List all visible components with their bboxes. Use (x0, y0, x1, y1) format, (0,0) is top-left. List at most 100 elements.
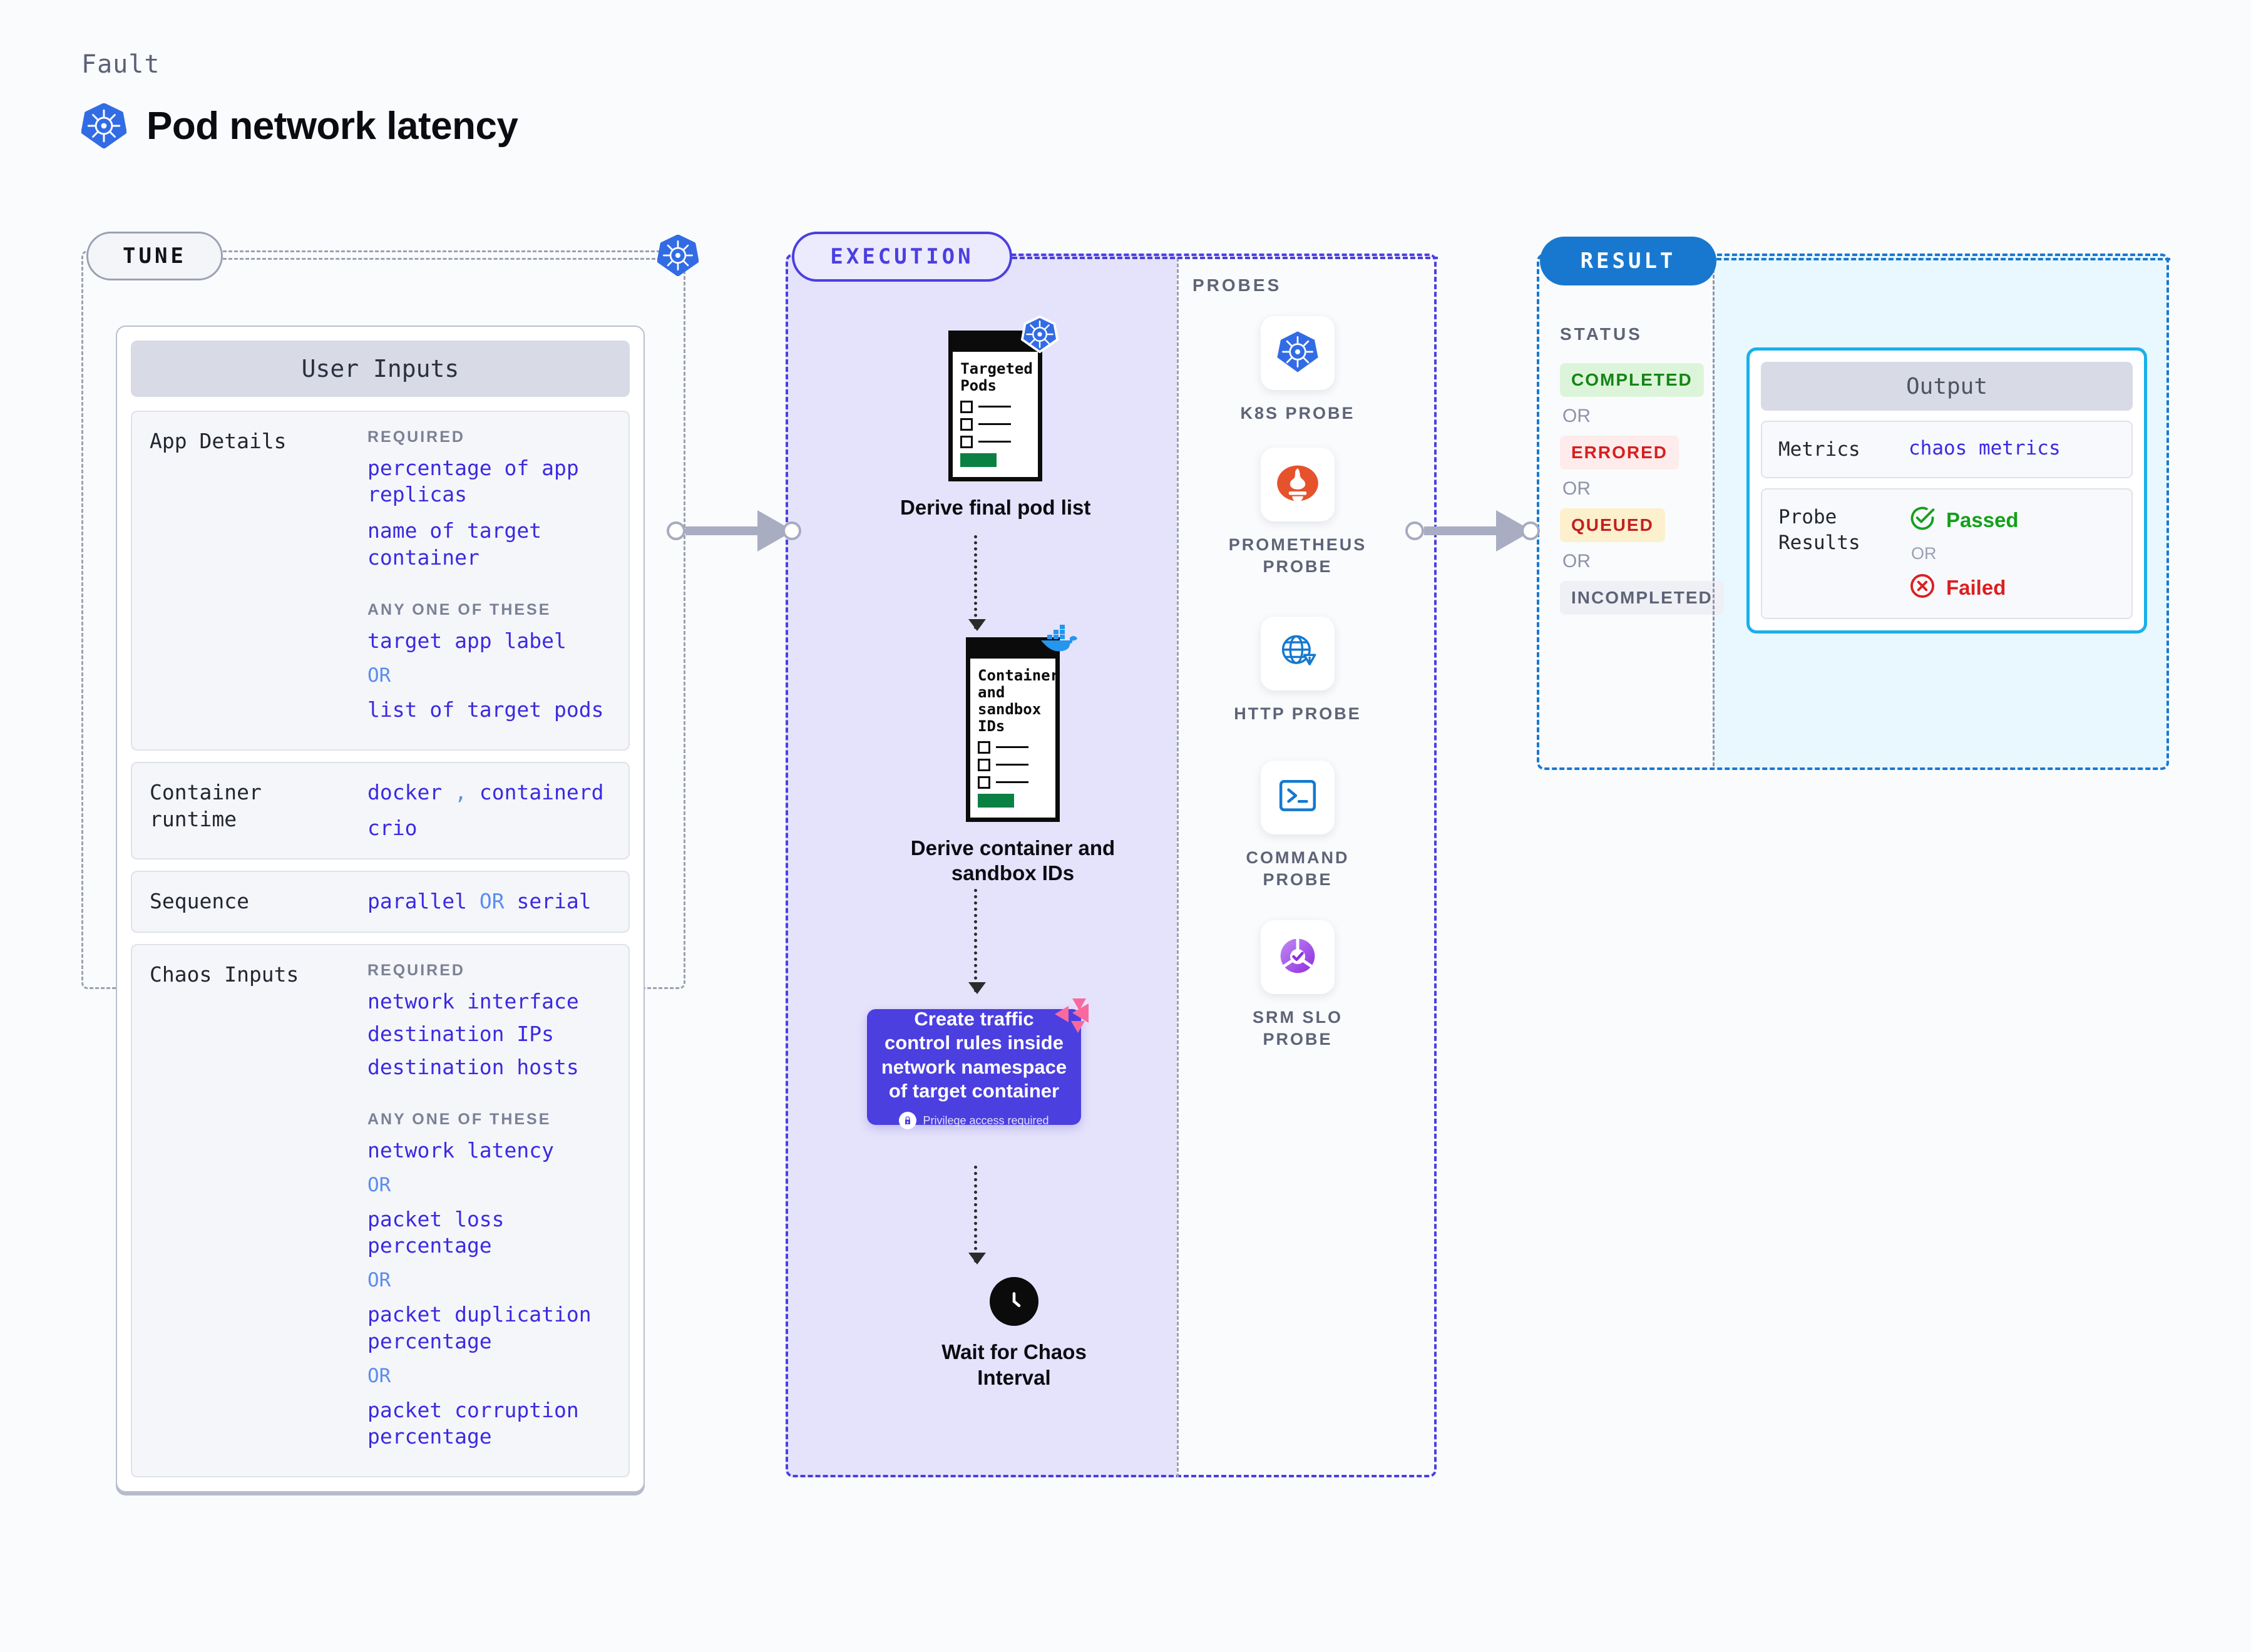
fault-title-row: Pod network latency (81, 103, 518, 148)
document-line (960, 435, 1030, 448)
section-values: docker , containerd crio (367, 779, 611, 842)
or-separator: OR (367, 664, 391, 687)
connector-end-dot (782, 521, 801, 540)
probe-tile (1261, 617, 1335, 690)
probes-divider (1177, 258, 1179, 1477)
output-key: Probe Results (1778, 506, 1860, 554)
execution-connector-dash (1012, 257, 1438, 259)
document-line (960, 400, 1030, 413)
clock-icon (990, 1277, 1038, 1326)
node-caption: Derive final pod list (900, 495, 1091, 519)
line-rule (996, 764, 1028, 766)
probe-result-values: Passed OR Failed (1909, 505, 2019, 603)
flow-node-derive-container-ids: Container and sandbox IDs Derive contain… (900, 625, 1126, 886)
section-key: Sequence (150, 889, 249, 914)
section-values: REQUIRED percentage of app replicas name… (367, 428, 611, 733)
check-circle-icon (1909, 505, 1936, 535)
connector-probes-to-result (1405, 510, 1540, 552)
runtime-values-2: crio (367, 815, 611, 842)
input-value: serial (516, 889, 592, 914)
document-title: Targeted Pods (960, 360, 1033, 394)
flow-arrow-1 (968, 535, 986, 631)
input-value: docker (367, 780, 443, 805)
output-card: Output Metrics chaos metrics Probe Resul… (1746, 347, 2147, 634)
result-connector-dash (1716, 258, 2170, 260)
probe-result-label: Failed (1946, 575, 2006, 599)
diagram-canvas: Fault Pod network latency TUNE User Inpu… (0, 0, 2251, 1652)
connector-bar (1424, 526, 1499, 535)
probe-item-prometheus[interactable]: PROMETHEUS PROBE (1219, 448, 1376, 578)
document-line (960, 418, 1030, 431)
or-separator: OR (367, 1174, 391, 1197)
probe-item-http[interactable]: HTTP PROBE (1219, 617, 1376, 725)
requirement-caption: ANY ONE OF THESE (367, 1110, 551, 1128)
input-value: containerd (479, 780, 604, 805)
result-column-divider (1713, 258, 1715, 766)
privilege-note: Privilege access required (899, 1112, 1049, 1130)
probe-label: COMMAND PROBE (1246, 848, 1350, 890)
tune-stage-pill[interactable]: TUNE (86, 232, 223, 280)
green-status-chip (960, 453, 997, 467)
probe-label: K8S PROBE (1240, 404, 1355, 423)
probe-item-k8s[interactable]: K8S PROBE (1219, 316, 1376, 424)
input-value: name of target container (367, 518, 542, 570)
kubernetes-icon (81, 103, 126, 148)
input-value: list of target pods (367, 697, 604, 722)
document-body: Targeted Pods (948, 352, 1043, 481)
section-values: REQUIRED network interface destination I… (367, 962, 611, 1460)
input-value: packet duplication percentage (367, 1302, 592, 1353)
probe-label: HTTP PROBE (1234, 704, 1361, 723)
input-value: parallel (367, 889, 467, 914)
tune-connector-dash (223, 258, 661, 260)
probe-label: PROMETHEUS PROBE (1228, 535, 1367, 577)
litmus-icon (1054, 998, 1094, 1037)
input-value: packet corruption percentage (367, 1397, 579, 1449)
line-rule (996, 781, 1028, 783)
flow-node-create-traffic-rules[interactable]: Create traffic control rules inside netw… (867, 998, 1089, 1130)
probe-tile (1261, 761, 1335, 834)
checkbox-icon (978, 758, 990, 771)
or-separator: OR (1562, 406, 1591, 426)
probe-tile (1261, 920, 1335, 994)
connector-start-dot (1405, 521, 1424, 540)
flow-node-derive-pod-list: Targeted Pods Derive final pod list (900, 316, 1091, 521)
globe-warning-icon (1276, 631, 1319, 677)
input-section-sequence: Sequence parallel OR serial (131, 871, 630, 933)
probe-result-failed: Failed (1909, 572, 2019, 603)
requirement-caption: REQUIRED (367, 962, 465, 980)
status-section-label: STATUS (1560, 324, 1643, 344)
line-rule (978, 423, 1012, 426)
runtime-values: docker , containerd (367, 779, 611, 806)
flow-node-wait-for-chaos-interval: Wait for Chaos Interval (920, 1277, 1108, 1391)
status-list: COMPLETED OR ERRORED OR QUEUED OR INCOMP… (1560, 363, 1724, 615)
section-values: parallel OR serial (367, 888, 611, 915)
user-inputs-title: User Inputs (131, 341, 630, 397)
x-circle-icon (1909, 572, 1936, 603)
or-separator: OR (367, 1364, 391, 1387)
probes-section-label: PROBES (1192, 275, 1282, 295)
document-card: Targeted Pods (948, 316, 1059, 481)
probe-tile (1261, 316, 1335, 390)
fault-eyebrow: Fault (81, 50, 160, 79)
checkbox-icon (978, 776, 990, 789)
page-title: Pod network latency (146, 104, 518, 148)
status-badge-completed: COMPLETED (1560, 363, 1704, 397)
connector-bar (685, 526, 760, 535)
input-value: network interface (367, 989, 579, 1014)
execution-stage-pill[interactable]: EXECUTION (792, 232, 1012, 282)
line-rule (978, 441, 1012, 443)
probe-item-command[interactable]: COMMAND PROBE (1219, 761, 1376, 891)
section-key: Container runtime (150, 780, 262, 831)
document-body: Container and sandbox IDs (966, 659, 1060, 822)
input-section-container-runtime: Container runtime docker , containerd cr… (131, 762, 630, 860)
probe-item-srm-slo[interactable]: SRM SLO PROBE (1219, 920, 1376, 1050)
result-stage-pill[interactable]: RESULT (1540, 237, 1716, 285)
or-separator: OR (1911, 544, 1937, 563)
flow-arrow-2 (968, 889, 986, 994)
node-caption: Wait for Chaos Interval (941, 1340, 1087, 1389)
output-title: Output (1761, 362, 2133, 411)
document-line (978, 776, 1048, 789)
checkbox-icon (960, 435, 973, 448)
or-separator: OR (367, 1269, 391, 1292)
sequence-values: parallel OR serial (367, 888, 611, 915)
